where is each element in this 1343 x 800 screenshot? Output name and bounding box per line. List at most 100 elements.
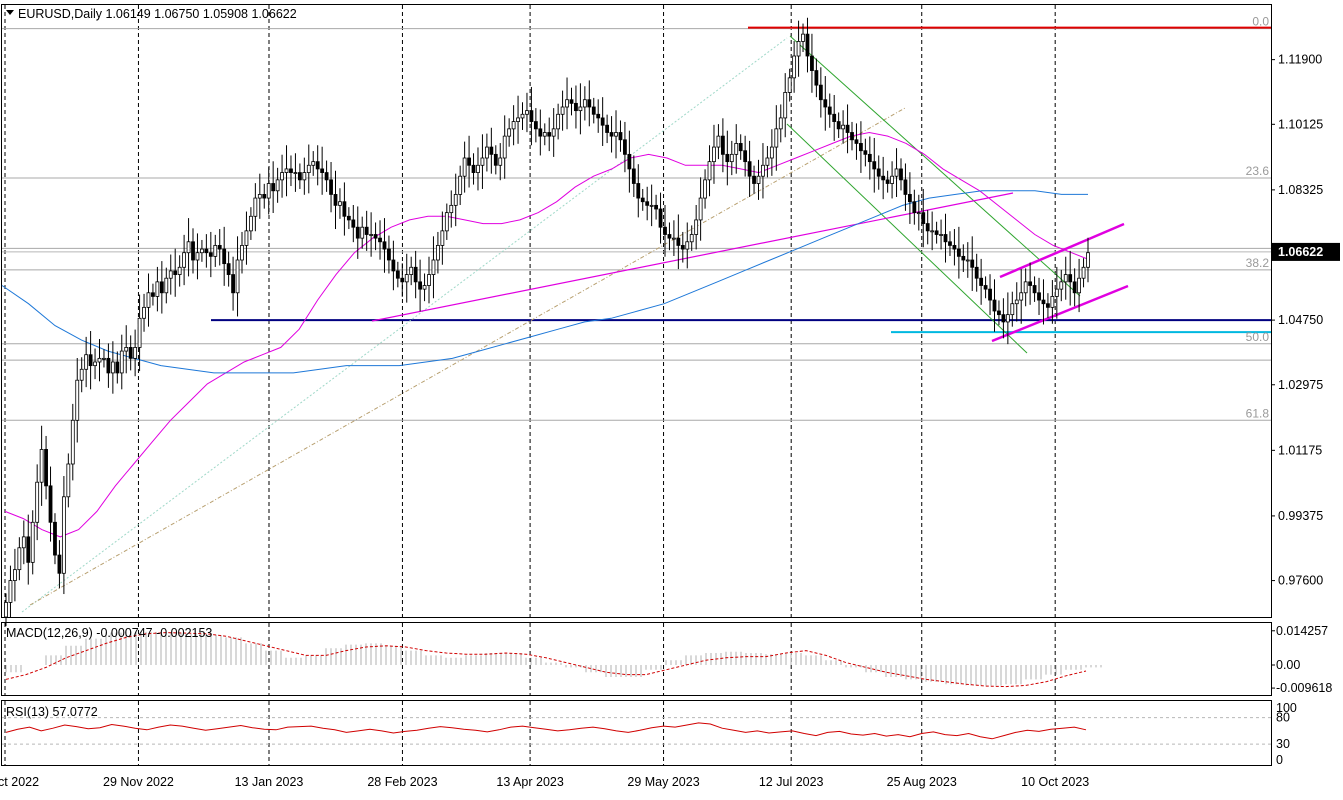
candle-body	[168, 270, 173, 279]
candle-body	[26, 536, 31, 563]
candle-body	[680, 245, 685, 250]
candle-body	[342, 201, 347, 217]
candle-body	[440, 230, 445, 246]
candle-body	[703, 179, 707, 199]
candle-body	[636, 183, 641, 199]
candle-body	[769, 146, 774, 159]
candle-body	[582, 99, 587, 108]
candle-body	[373, 234, 378, 239]
labels-layer: 14 Oct 2022 29 Nov 2022 13 Jan 2023 28 Feb …	[0, 15, 1340, 789]
candle-body	[369, 234, 374, 236]
y-axis-tick-label: 1.02975	[1278, 378, 1323, 392]
candle-body	[676, 237, 681, 246]
candle-body	[916, 212, 921, 215]
candle-body	[658, 208, 663, 228]
candle-body	[280, 172, 284, 181]
y-axis-tick-label: 1.10125	[1278, 117, 1323, 131]
x-axis-tick-label: 12 Jul 2023	[759, 775, 824, 789]
dash-dot-trend-line	[29, 107, 906, 606]
candle-body	[890, 175, 894, 184]
candle-body	[13, 569, 17, 581]
candle-body	[551, 128, 556, 137]
candle-body	[297, 172, 302, 181]
candle-body	[35, 481, 40, 523]
candle-body	[498, 157, 503, 166]
candle-body	[903, 179, 908, 195]
candle-body	[338, 201, 342, 206]
candle-body	[609, 132, 614, 137]
candle-body	[525, 110, 529, 115]
candle-body	[783, 92, 788, 119]
candle-body	[155, 281, 160, 297]
candle-body	[75, 379, 80, 421]
candle-body	[805, 33, 810, 57]
candle-body	[538, 128, 543, 137]
candle-body	[738, 143, 743, 152]
candle-body	[694, 219, 699, 235]
candle-body	[716, 135, 721, 148]
candle-body	[4, 602, 8, 618]
candle-body	[422, 285, 427, 290]
candle-body	[164, 277, 169, 294]
candle-body	[894, 168, 899, 177]
candle-body	[471, 164, 476, 173]
candle-body	[110, 361, 115, 374]
candle-body	[574, 102, 578, 112]
candle-body	[796, 41, 801, 57]
candle-body	[912, 201, 917, 214]
candle-body	[39, 449, 44, 483]
candle-body	[213, 245, 218, 257]
candle-body	[200, 248, 204, 254]
candle-body	[333, 194, 338, 206]
candle-body	[151, 292, 155, 297]
candle-body	[1032, 285, 1037, 294]
candle-body	[778, 117, 783, 130]
candle-body	[885, 179, 890, 184]
fibonacci-level-label: 0.0	[1252, 15, 1269, 29]
y-axis-tick-label: 0.97600	[1278, 574, 1323, 588]
rsi-panel-frame	[1, 700, 1272, 766]
header-dropdown-icon[interactable]	[6, 10, 14, 15]
candle-body	[324, 172, 329, 181]
candle-body	[502, 135, 507, 159]
x-axis-tick-label: 13 Jan 2023	[235, 775, 304, 789]
candle-body	[948, 241, 952, 246]
rsi-line	[5, 722, 1087, 740]
candle-body	[217, 245, 222, 250]
candle-body	[850, 132, 854, 141]
main-header: EURUSD,Daily 1.06149 1.06750 1.05908 1.0…	[18, 7, 297, 21]
candle-body	[493, 153, 498, 166]
candle-body	[137, 317, 142, 348]
candle-body	[961, 255, 966, 261]
candle-body	[934, 230, 939, 235]
macd-axis-label: 0.00	[1276, 658, 1300, 672]
candle-body	[712, 146, 716, 163]
candle-body	[983, 285, 988, 290]
macd-header: MACD(12,26,9) -0.000747 -0.002153	[6, 626, 212, 640]
candle-body	[271, 183, 276, 192]
rsi-header: RSI(13) 57.0772	[6, 705, 98, 719]
candle-body	[395, 270, 400, 279]
y-axis-tick-label: 1.01175	[1278, 443, 1322, 457]
candle-body	[841, 124, 846, 130]
channel-upper-line	[789, 35, 1081, 297]
candle-body	[275, 179, 280, 192]
candle-body	[48, 485, 53, 523]
candle-body	[186, 241, 191, 254]
candle-body	[306, 164, 311, 173]
candle-body	[734, 143, 739, 155]
candle-body	[262, 194, 267, 199]
candle-body	[257, 194, 262, 199]
candle-body	[1010, 303, 1015, 316]
candle-body	[845, 124, 850, 133]
candle-body	[1046, 303, 1050, 308]
candle-body	[418, 281, 422, 290]
candle-body	[654, 204, 658, 210]
candle-body	[596, 113, 601, 119]
candle-body	[970, 259, 975, 268]
magenta-trend-line	[371, 192, 1014, 322]
candle-body	[453, 194, 458, 206]
candle-body	[752, 175, 756, 184]
candle-body	[565, 99, 569, 108]
candle-body	[53, 521, 57, 556]
